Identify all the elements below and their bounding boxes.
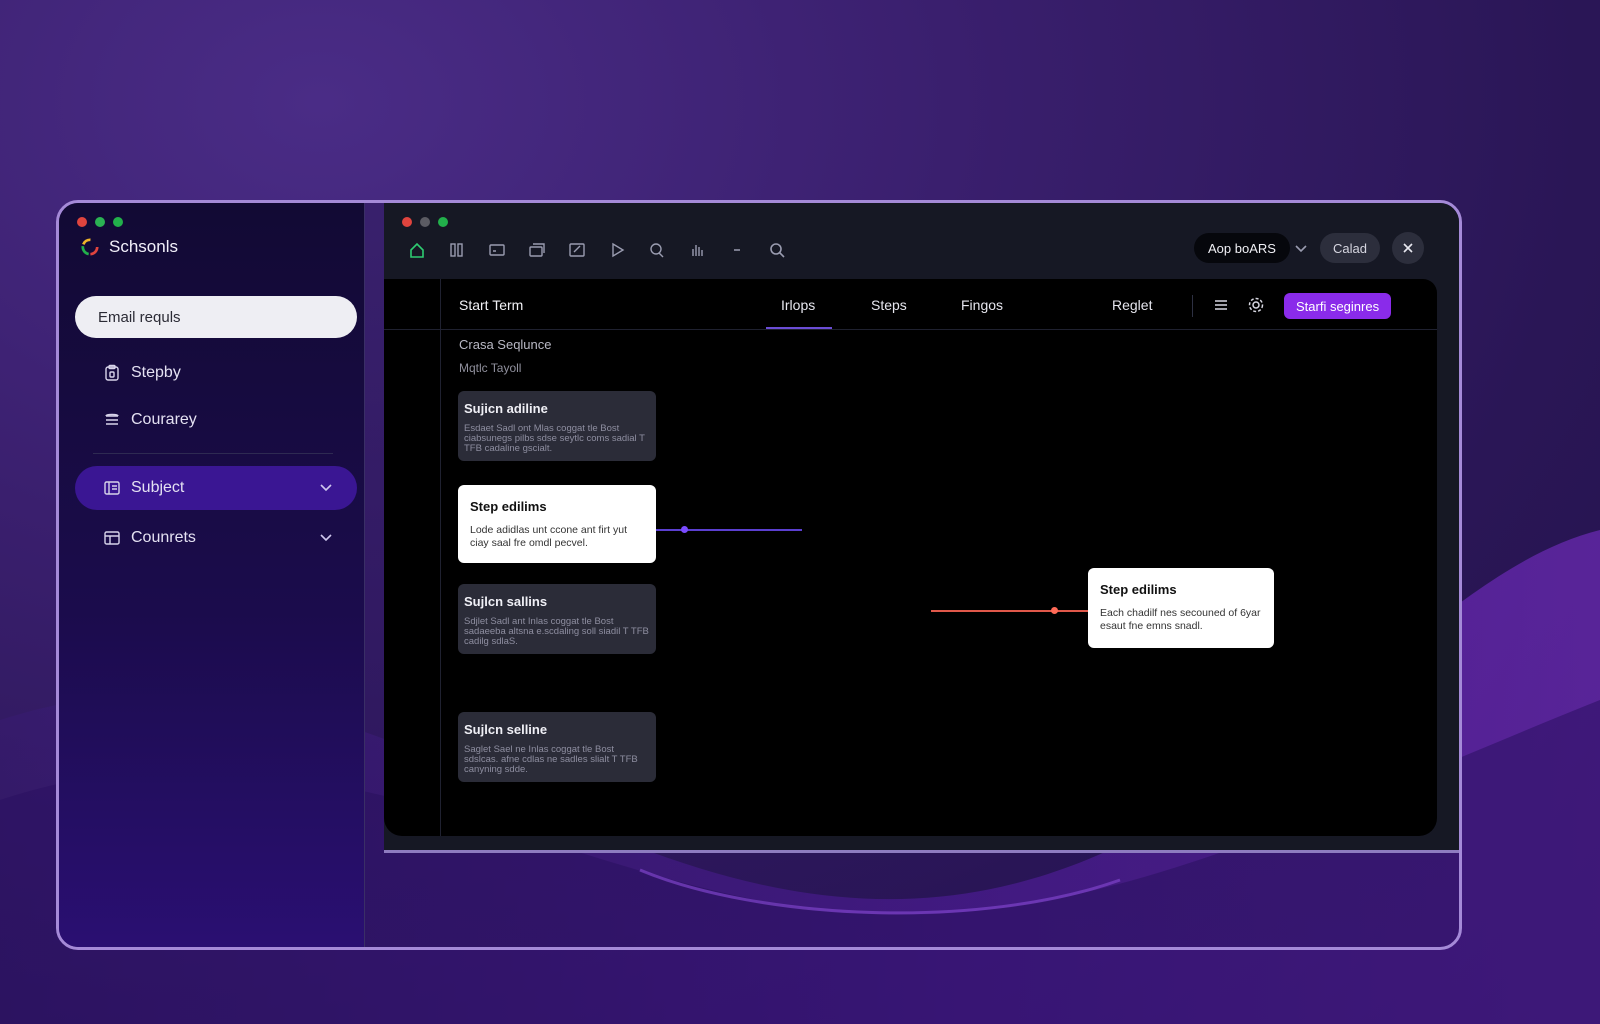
- play-icon[interactable]: [606, 239, 628, 261]
- sidebar-item-label: Courarey: [131, 411, 197, 428]
- card-title: Step edilims: [1100, 582, 1177, 597]
- close-dot[interactable]: [402, 217, 412, 227]
- sequence-card[interactable]: Sujicn adiline Esdaet Sadl ont Mlas cogg…: [458, 391, 656, 461]
- app-logo-row: Schsonls: [81, 237, 178, 257]
- start-sequence-button[interactable]: Starfi seginres: [1284, 293, 1392, 319]
- connector-line: [931, 610, 1089, 612]
- close-button[interactable]: [1392, 232, 1424, 264]
- panel-divider-vertical: [440, 279, 441, 836]
- connector-line: [656, 529, 802, 531]
- card-body: Sdjlet Sadl ant Inlas coggat tle Bost sa…: [464, 616, 649, 647]
- connector-node[interactable]: [1051, 607, 1058, 614]
- sequence-card[interactable]: Sujlcn sallins Sdjlet Sadl ant Inlas cog…: [458, 584, 656, 654]
- chevron-down-icon[interactable]: [319, 480, 333, 494]
- panel-title: Start Term: [459, 297, 524, 313]
- sequence-card[interactable]: Sujlcn selline Saglet Sael ne Inlas cogg…: [458, 712, 656, 782]
- sidebar-item-counrets[interactable]: Counrets: [75, 516, 357, 560]
- card-body: Saglet Sael ne Inlas coggat tle Bost sds…: [464, 744, 638, 775]
- card-title: Step edilims: [470, 499, 547, 514]
- card-title: Sujicn adiline: [464, 401, 548, 416]
- sidebar-divider: [93, 453, 333, 454]
- tab-irlops[interactable]: Irlops: [781, 297, 815, 313]
- minus-icon[interactable]: [726, 239, 748, 261]
- card-body: Lode adidlas unt ccone ant firt yut ciay…: [470, 524, 628, 549]
- app-name: Schsonls: [109, 237, 178, 256]
- layers-icon[interactable]: [526, 239, 548, 261]
- stack-icon: [105, 413, 119, 425]
- search-icon[interactable]: [766, 239, 788, 261]
- app-boards-button[interactable]: Aop boARS: [1194, 233, 1290, 263]
- email-requests-button[interactable]: Email requls: [75, 296, 357, 338]
- maximize-dot[interactable]: [113, 217, 123, 227]
- book-icon: [104, 481, 120, 495]
- reglet-link[interactable]: Reglet: [1112, 297, 1152, 313]
- sidebar-item-label: Stepby: [131, 364, 181, 381]
- columns-icon[interactable]: [446, 239, 468, 261]
- settings-icon[interactable]: [1247, 296, 1265, 314]
- grid-icon: [104, 531, 120, 545]
- header-separator: [1192, 295, 1193, 317]
- toolbar: [406, 239, 788, 261]
- sequence-caption: Mqtlc Tayoll: [459, 361, 522, 375]
- tab-fingos[interactable]: Fingos: [961, 297, 1003, 313]
- tab-steps[interactable]: Steps: [871, 297, 907, 313]
- sequence-panel: Start Term Irlops Steps Fingos Reglet St…: [384, 279, 1437, 836]
- main-window: Aop boARS Calad Start Term Irlops Steps …: [384, 203, 1459, 853]
- card-body: Esdaet Sadl ont Mlas coggat tle Bost cia…: [464, 423, 645, 454]
- app-frame: Schsonls Email requls Stepby Courarey Su…: [56, 200, 1462, 950]
- card-title: Sujlcn selline: [464, 722, 548, 737]
- edit-icon[interactable]: [566, 239, 588, 261]
- hand-icon[interactable]: [686, 239, 708, 261]
- window-icon[interactable]: [486, 239, 508, 261]
- sidebar-item-courarey[interactable]: Courarey: [75, 398, 357, 442]
- home-icon[interactable]: [406, 239, 428, 261]
- sidebar: Schsonls Email requls Stepby Courarey Su…: [59, 203, 365, 947]
- menu-icon[interactable]: [1212, 296, 1230, 314]
- app-logo-icon: [81, 238, 99, 256]
- minimize-dot[interactable]: [420, 217, 430, 227]
- sidebar-item-label: Counrets: [131, 529, 196, 546]
- sidebar-window-controls: [77, 217, 123, 227]
- sequence-subtitle: Crasa Seqlunce: [459, 337, 552, 352]
- clipboard-icon: [105, 364, 119, 381]
- sequence-card-floating[interactable]: Step edilims Each chadilf nes secouned o…: [1088, 568, 1274, 648]
- window-controls: [402, 217, 448, 227]
- sidebar-item-stepby[interactable]: Stepby: [75, 351, 357, 395]
- connector-node[interactable]: [681, 526, 688, 533]
- card-body: Each chadilf nes secouned of 6yar esaut …: [1100, 607, 1261, 632]
- panel-divider-horizontal: [384, 329, 1437, 330]
- card-title: Sujlcn sallins: [464, 594, 548, 609]
- chevron-down-icon[interactable]: [319, 530, 333, 544]
- minimize-dot[interactable]: [95, 217, 105, 227]
- chat-icon[interactable]: [646, 239, 668, 261]
- chevron-down-icon[interactable]: [1294, 241, 1308, 255]
- close-dot[interactable]: [77, 217, 87, 227]
- maximize-dot[interactable]: [438, 217, 448, 227]
- calad-button[interactable]: Calad: [1320, 233, 1380, 263]
- sidebar-item-label: Subject: [131, 479, 185, 496]
- sequence-card-selected[interactable]: Step edilims Lode adidlas unt ccone ant …: [458, 485, 656, 563]
- active-tab-indicator: [766, 327, 832, 329]
- close-icon: [1403, 243, 1413, 253]
- sidebar-item-subject[interactable]: Subject: [75, 466, 357, 510]
